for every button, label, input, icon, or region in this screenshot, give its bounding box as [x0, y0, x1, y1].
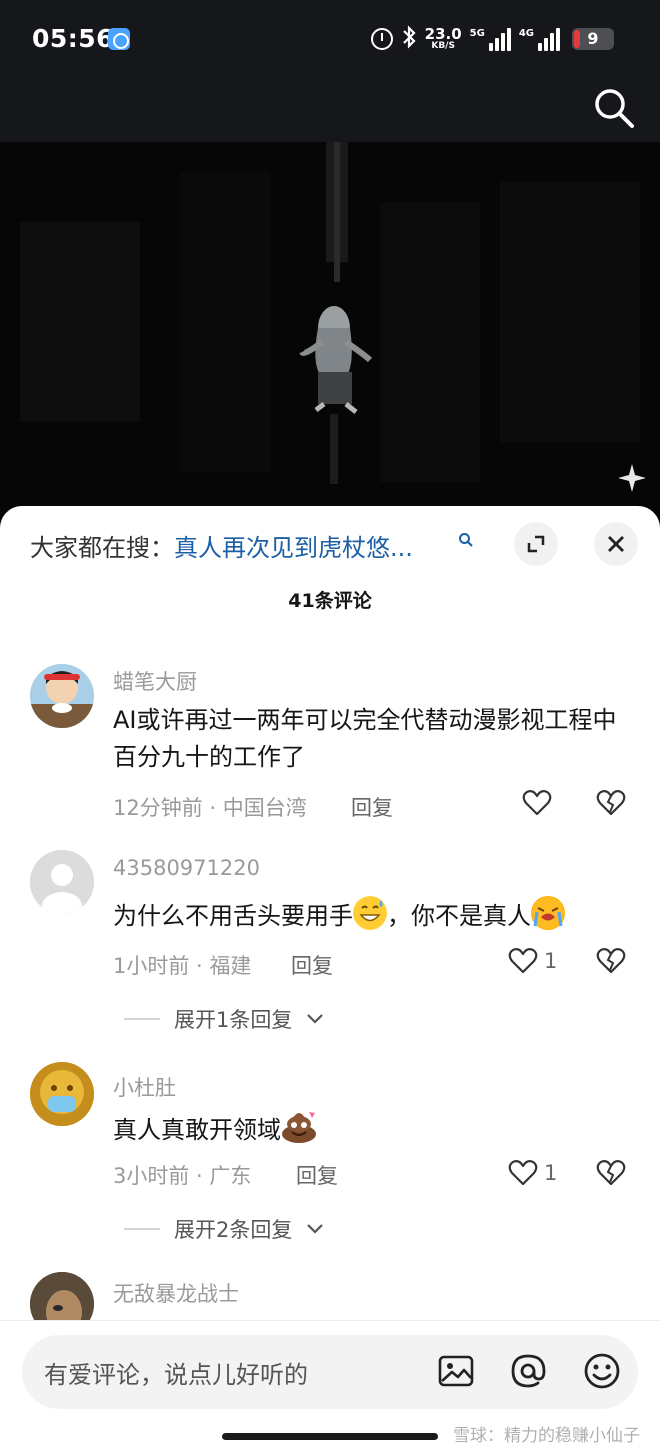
crying-emoji	[531, 896, 565, 930]
divider	[124, 1018, 160, 1020]
comment-time: 1小时前	[113, 954, 190, 978]
app-notification-icon	[108, 28, 130, 50]
comment-text: 为什么不用舌头要用手 ，你不是真人	[113, 896, 633, 935]
emoji-icon[interactable]	[582, 1351, 622, 1391]
expand-icon	[527, 535, 545, 553]
comment-sheet: 大家都在搜：真人再次见到虎杖悠... 41条评论 蜡笔大厨 AI或许再过一两年可…	[0, 506, 660, 1452]
bluetooth-icon	[401, 24, 417, 54]
comment-username[interactable]: 无敌暴龙战士	[113, 1278, 239, 1308]
poop-emoji	[281, 1110, 316, 1144]
network-speed: 23.0 KB/S	[425, 27, 462, 51]
heart-icon	[508, 1160, 538, 1186]
status-time: 05:56	[32, 24, 115, 53]
comment-input-placeholder: 有爱评论，说点儿好听的	[44, 1361, 308, 1389]
alarm-icon	[370, 28, 393, 50]
avatar[interactable]	[30, 850, 94, 914]
like-button[interactable]	[522, 788, 552, 818]
signal-5g-icon: 5G	[469, 27, 511, 51]
comment-username[interactable]: 蜡笔大厨	[113, 666, 197, 696]
hot-search-prefix: 大家都在搜：	[30, 534, 174, 562]
small-search-icon	[459, 533, 473, 547]
watermark: 雪球：精力的稳赚小仙子	[453, 1426, 640, 1446]
broken-heart-icon[interactable]	[596, 946, 626, 976]
hot-search-query[interactable]: 真人再次见到虎杖悠...	[174, 534, 413, 562]
hot-search-banner[interactable]: 大家都在搜：真人再次见到虎杖悠...	[30, 528, 413, 563]
grinning-sweat-emoji	[353, 896, 387, 930]
video-player[interactable]	[0, 142, 660, 522]
comment-time: 3小时前	[113, 1164, 190, 1188]
like-button[interactable]: 1	[508, 1158, 557, 1188]
like-count: 1	[544, 949, 558, 973]
expand-replies-button[interactable]: 展开1条回复	[124, 1004, 324, 1034]
avatar[interactable]	[30, 664, 94, 728]
broken-heart-icon[interactable]	[596, 1158, 626, 1188]
reply-button[interactable]: 回复	[351, 792, 393, 822]
comment-text: AI或许再过一两年可以完全代替动漫影视工程中百分九十的工作了	[113, 706, 617, 771]
comment-location: 中国台湾	[222, 796, 307, 820]
comment-meta: 1小时前 · 福建	[113, 954, 252, 978]
comment-meta: 12分钟前 · 中国台湾	[113, 796, 307, 820]
reply-button[interactable]: 回复	[291, 950, 333, 980]
like-button[interactable]: 1	[508, 946, 557, 976]
comment-location: 福建	[209, 954, 252, 978]
comment-text-part: 真人真敢开领域	[113, 1116, 281, 1144]
network-speed-unit: KB/S	[431, 41, 455, 51]
comment-text-part: 为什么不用舌头要用手	[113, 902, 353, 930]
expand-replies-label: 展开1条回复	[174, 1008, 293, 1032]
image-icon[interactable]	[436, 1351, 476, 1391]
comment-username[interactable]: 小杜肚	[113, 1072, 176, 1102]
top-nav	[0, 80, 660, 142]
close-button[interactable]	[594, 522, 638, 566]
chevron-down-icon	[307, 1014, 324, 1024]
close-icon	[608, 536, 624, 552]
expand-replies-label: 展开2条回复	[174, 1218, 293, 1242]
like-count: 1	[544, 1161, 558, 1185]
comment-count: 41条评论	[288, 590, 372, 612]
heart-icon	[522, 790, 552, 816]
divider	[124, 1228, 160, 1230]
video-frame	[0, 142, 660, 522]
battery-level: 9	[587, 29, 599, 48]
expand-button[interactable]	[514, 522, 558, 566]
avatar[interactable]	[30, 1062, 94, 1126]
comment-input[interactable]: 有爱评论，说点儿好听的	[22, 1335, 638, 1409]
status-icons: 23.0 KB/S 5G 4G 9	[370, 24, 614, 54]
comment-location: 广东	[209, 1164, 252, 1188]
signal-4g-icon: 4G	[518, 27, 560, 51]
network-speed-value: 23.0	[424, 25, 462, 43]
comment-text-part: ，你不是真人	[387, 902, 531, 930]
expand-replies-button[interactable]: 展开2条回复	[124, 1214, 324, 1244]
battery-icon: 9	[572, 28, 614, 50]
chevron-down-icon	[307, 1224, 324, 1234]
comment-username[interactable]: 43580971220	[113, 856, 260, 880]
comment-text: 真人真敢开领域	[113, 1110, 633, 1149]
search-icon[interactable]	[592, 86, 636, 130]
home-indicator[interactable]	[222, 1433, 438, 1440]
comment-meta: 3小时前 · 广东	[113, 1164, 252, 1188]
heart-icon	[508, 948, 538, 974]
reply-button[interactable]: 回复	[296, 1160, 338, 1190]
comment-time: 12分钟前	[113, 796, 203, 820]
comment-input-bar: 有爱评论，说点儿好听的 雪球：精力的稳赚小仙子	[0, 1320, 660, 1452]
signal-4g-label: 4G	[518, 27, 534, 39]
broken-heart-icon[interactable]	[596, 788, 626, 818]
sparkle-icon[interactable]	[618, 464, 646, 492]
signal-5g-label: 5G	[469, 27, 485, 39]
status-bar: 05:56 23.0 KB/S 5G 4G 9	[0, 0, 660, 80]
at-icon[interactable]	[508, 1351, 548, 1391]
